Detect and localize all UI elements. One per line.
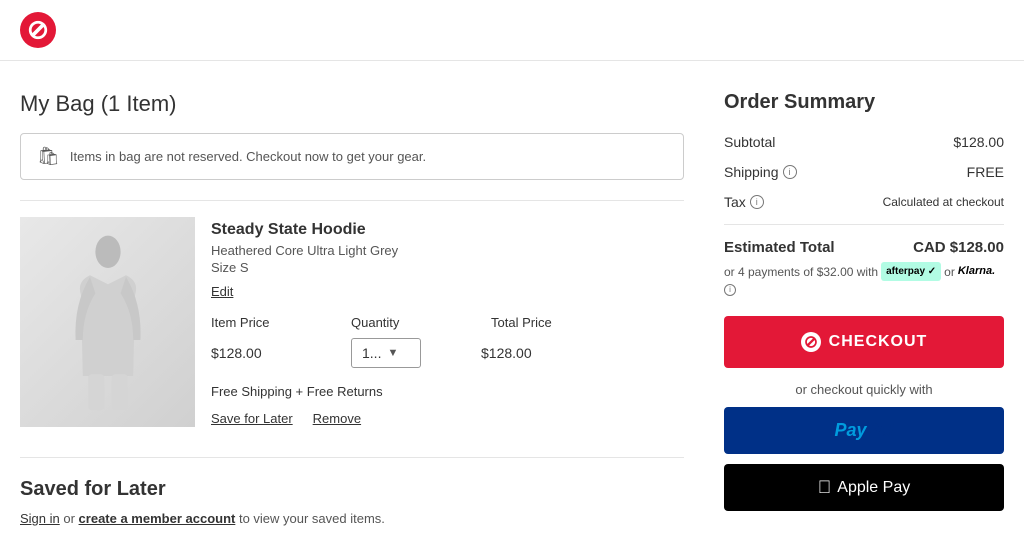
- klarna-info-icon[interactable]: i: [724, 284, 736, 296]
- paypal-label-pal: Pal: [867, 420, 894, 440]
- quick-checkout-text: or checkout quickly with: [724, 382, 1004, 397]
- lululemon-logo[interactable]: [20, 12, 56, 48]
- header: [0, 0, 1024, 61]
- shipping-value: FREE: [967, 164, 1004, 180]
- quantity-chevron-icon: ▼: [387, 347, 398, 359]
- checkout-button[interactable]: CHECKOUT: [724, 316, 1004, 368]
- action-links: Save for Later Remove: [211, 411, 684, 426]
- bag-title-text: My Bag: [20, 91, 95, 116]
- estimated-total-row: Estimated Total CAD $128.00: [724, 239, 1004, 256]
- saved-for-later-title: Saved for Later: [20, 478, 684, 501]
- total-price-value: $128.00: [481, 345, 561, 361]
- product-details: Steady State Hoodie Heathered Core Ultra…: [211, 217, 684, 427]
- product-variant: Heathered Core Ultra Light Grey: [211, 243, 684, 258]
- pricing-row: $128.00 1... ▼ $128.00: [211, 338, 684, 368]
- edit-link[interactable]: Edit: [211, 284, 233, 299]
- subtotal-row: Subtotal $128.00: [724, 134, 1004, 150]
- product-size: Size S: [211, 260, 684, 275]
- bag-title: My Bag (1 Item): [20, 91, 684, 117]
- tax-row: Tax i Calculated at checkout: [724, 194, 1004, 210]
- pricing-header: Item Price Quantity Total Price: [211, 315, 684, 330]
- estimated-total-value: CAD $128.00: [913, 239, 1004, 256]
- quantity-selector[interactable]: 1... ▼: [351, 338, 421, 368]
- shipping-label: Shipping i: [724, 164, 797, 180]
- subtotal-label: Subtotal: [724, 134, 775, 150]
- product-image: [20, 217, 195, 427]
- tax-value: Calculated at checkout: [883, 195, 1004, 209]
- saved-for-later-section: Saved for Later Sign in or create a memb…: [20, 457, 684, 526]
- saved-for-later-text: Sign in or create a member account to vi…: [20, 511, 684, 526]
- subtotal-value: $128.00: [953, 134, 1004, 150]
- create-account-link[interactable]: create a member account: [79, 511, 236, 526]
- checkout-label: CHECKOUT: [829, 333, 928, 351]
- paypal-label-pay: Pay: [834, 420, 866, 440]
- shipping-row: Shipping i FREE: [724, 164, 1004, 180]
- item-price-value: $128.00: [211, 345, 291, 361]
- save-for-later-button[interactable]: Save for Later: [211, 411, 293, 426]
- main-content: My Bag (1 Item) 🛍 Items in bag are not r…: [0, 61, 1024, 556]
- remove-button[interactable]: Remove: [313, 411, 361, 426]
- order-summary: Order Summary Subtotal $128.00 Shipping …: [724, 91, 1004, 526]
- bag-item-count: (1 Item): [101, 91, 177, 116]
- left-column: My Bag (1 Item) 🛍 Items in bag are not r…: [20, 91, 684, 526]
- applepay-button[interactable]:  Apple Pay: [724, 464, 1004, 511]
- bag-icon: 🛍: [37, 146, 60, 167]
- order-summary-title: Order Summary: [724, 91, 1004, 114]
- notice-banner: 🛍 Items in bag are not reserved. Checkou…: [20, 133, 684, 180]
- applepay-label: Apple Pay: [837, 479, 910, 497]
- notice-text: Items in bag are not reserved. Checkout …: [70, 149, 426, 164]
- product-name: Steady State Hoodie: [211, 221, 684, 239]
- quantity-value: 1...: [362, 345, 381, 361]
- summary-divider: [724, 224, 1004, 225]
- apple-icon: : [818, 477, 832, 498]
- shipping-info: Free Shipping + Free Returns: [211, 384, 684, 399]
- product-row: Steady State Hoodie Heathered Core Ultra…: [20, 200, 684, 427]
- paypal-button[interactable]: PayPal: [724, 407, 1004, 454]
- quantity-header: Quantity: [351, 315, 431, 330]
- tax-label: Tax i: [724, 194, 764, 210]
- klarna-badge: Klarna.: [958, 263, 995, 280]
- tax-info-icon[interactable]: i: [750, 195, 764, 209]
- shipping-info-icon[interactable]: i: [783, 165, 797, 179]
- estimated-total-label: Estimated Total: [724, 239, 835, 256]
- total-price-header: Total Price: [491, 315, 571, 330]
- sign-in-link[interactable]: Sign in: [20, 511, 60, 526]
- item-price-header: Item Price: [211, 315, 291, 330]
- afterpay-badge: afterpay ✓: [881, 262, 941, 281]
- checkout-logo: [801, 332, 821, 352]
- installment-text: or 4 payments of $32.00 with afterpay ✓ …: [724, 262, 1004, 296]
